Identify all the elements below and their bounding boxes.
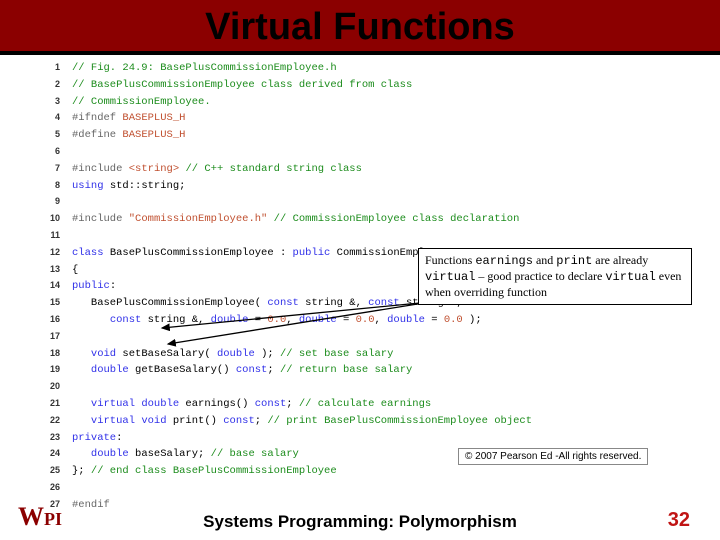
code-line: 27#endif xyxy=(38,497,658,514)
page-number: 32 xyxy=(668,509,690,532)
code-line: 6 xyxy=(38,144,658,161)
code-line: 5#define BASEPLUS_H xyxy=(38,127,658,144)
code-line: 10#include "CommissionEmployee.h" // Com… xyxy=(38,211,658,228)
code-line: 8using std::string; xyxy=(38,178,658,195)
code-line: 20 xyxy=(38,379,658,396)
code-line: 26 xyxy=(38,480,658,497)
slide-title: Virtual Functions xyxy=(0,6,720,49)
footer-title: Systems Programming: Polymorphism xyxy=(0,512,720,532)
code-line: 9 xyxy=(38,194,658,211)
code-line: 1// Fig. 24.9: BasePlusCommissionEmploye… xyxy=(38,60,658,77)
slide-header: Virtual Functions xyxy=(0,0,720,55)
code-line: 22 virtual void print() const; // print … xyxy=(38,413,658,430)
code-line: 23private: xyxy=(38,430,658,447)
wpi-logo: WPI xyxy=(18,502,62,532)
callout-arrow xyxy=(160,300,440,360)
code-line: 3// CommissionEmployee. xyxy=(38,94,658,111)
code-line: 21 virtual double earnings() const; // c… xyxy=(38,396,658,413)
code-line: 4#ifndef BASEPLUS_H xyxy=(38,110,658,127)
copyright-text: © 2007 Pearson Ed -All rights reserved. xyxy=(458,448,648,465)
code-line: 7#include <string> // C++ standard strin… xyxy=(38,161,658,178)
code-line: 2// BasePlusCommissionEmployee class der… xyxy=(38,77,658,94)
code-line: 25}; // end class BasePlusCommissionEmpl… xyxy=(38,463,658,480)
code-line: 11 xyxy=(38,228,658,245)
annotation-callout: Functions earnings and print are already… xyxy=(418,248,692,305)
slide-footer: WPI Systems Programming: Polymorphism 32 xyxy=(0,512,720,532)
code-line: 19 double getBaseSalary() const; // retu… xyxy=(38,362,658,379)
